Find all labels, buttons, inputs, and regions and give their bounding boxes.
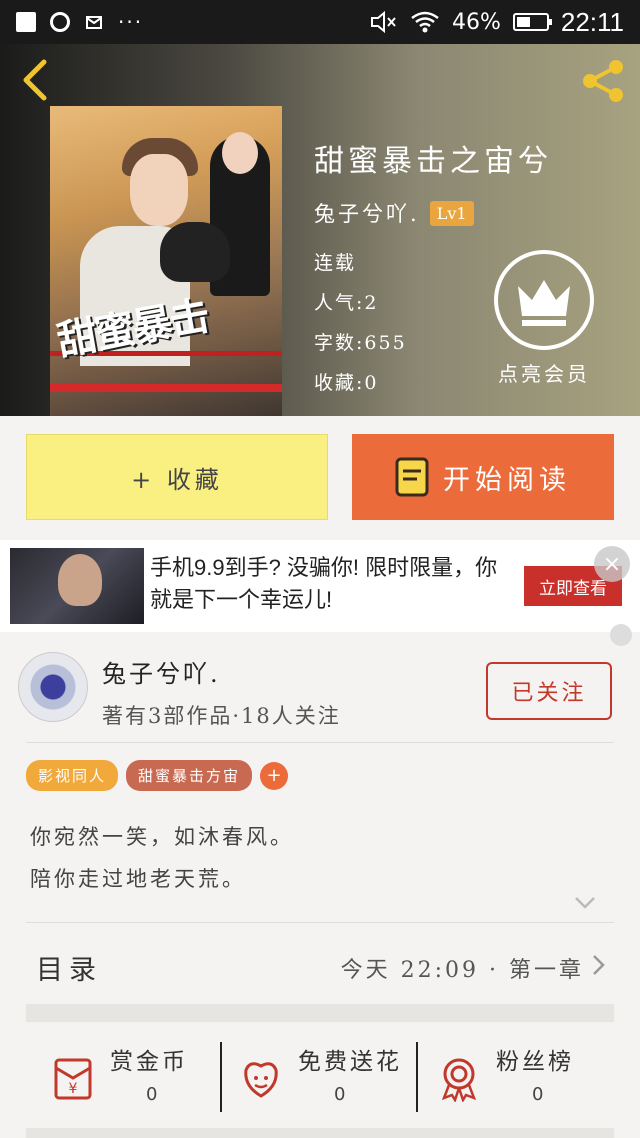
book-description: 你宛然一笑，如沐春风。 陪你走过地老天荒。 [30,816,294,900]
section-gap [26,1004,614,1022]
collect-button[interactable]: + 收藏 [26,434,328,520]
book-icon [395,457,429,497]
vip-label: 点亮会员 [498,362,590,386]
share-icon[interactable] [580,58,626,104]
wifi-icon [411,11,439,33]
word-count: 字数:655 [314,332,407,354]
battery-icon [512,13,552,31]
book-info: 甜蜜暴击之宙兮 兔子兮吖. Lv1 连载 人气:2 字数:655 收藏:0 [314,136,552,394]
ad-banner[interactable]: 手机9.9到手? 没骗你! 限时限量，你就是下一个幸运儿! 立即查看 × [0,540,640,646]
book-header: 甜蜜暴击 甜蜜暴击之宙兮 兔子兮吖. Lv1 连载 人气:2 字数:655 收藏… [0,44,640,416]
stat-label: 赏金币 [110,1049,188,1075]
chevron-right-icon [593,955,605,975]
mail-icon [86,16,102,29]
avatar[interactable] [18,652,88,722]
status-bar: ··· 46% 22:11 [0,0,640,44]
clock: 22:11 [560,6,624,37]
author-subtitle: 著有3部作品·18人关注 [102,704,341,728]
notification-square-icon [16,12,36,32]
action-row: + 收藏 开始阅读 [0,416,640,538]
divider [26,922,614,923]
tag-chip[interactable]: 影视同人 [26,760,119,791]
fan-ranking-button[interactable]: 粉丝榜 0 [414,1032,604,1118]
book-cover[interactable]: 甜蜜暴击 [50,106,282,416]
ad-image [10,548,144,624]
stat-value: 0 [334,1084,346,1105]
stat-label: 免费送花 [298,1049,402,1075]
battery-percent: 46% [451,9,501,35]
globe-icon [50,12,70,32]
tag-list: 影视同人 甜蜜暴击方宙 + [26,760,289,791]
author-section: 兔子兮吖. 著有3部作品·18人关注 已关注 [0,640,640,744]
svg-text:¥: ¥ [69,1081,78,1097]
start-reading-label: 开始阅读 [443,464,571,496]
mute-icon [370,10,396,34]
vip-button[interactable]: 点亮会员 [492,250,596,387]
reward-coins-button[interactable]: ¥ 赏金币 0 [28,1032,218,1118]
book-title: 甜蜜暴击之宙兮 [314,144,552,179]
back-arrow-icon[interactable] [18,58,52,102]
flower-icon [244,1062,278,1098]
favorites-count: 收藏:0 [314,372,379,394]
description-line: 你宛然一笑，如沐春风。 [30,825,294,849]
divider [26,742,614,743]
level-badge: Lv1 [429,200,474,226]
section-gap [26,1128,614,1138]
latest-chapter: 今天 22:09 · 第一章 [340,958,584,983]
stat-value: 0 [532,1084,544,1105]
add-tag-button[interactable]: + [260,761,289,790]
stat-value: 0 [146,1084,158,1105]
description-line: 陪你走过地老天荒。 [30,867,246,891]
serial-status: 连载 [314,252,357,274]
medal-icon [441,1058,477,1102]
stats-bar: ¥ 赏金币 0 免费送花 0 粉丝榜 0 [0,1032,640,1118]
stat-label: 粉丝榜 [496,1049,574,1075]
follow-button[interactable]: 已关注 [486,662,612,720]
red-envelope-icon: ¥ [54,1058,92,1100]
header-author-name[interactable]: 兔子兮吖. [314,198,420,228]
catalog-row[interactable]: 目录 今天 22:09 · 第一章 [26,924,614,1004]
popularity: 人气:2 [314,292,379,314]
crown-icon [494,250,594,350]
author-name[interactable]: 兔子兮吖. [102,654,221,689]
more-notifications: ··· [118,10,144,34]
author-row: 兔子兮吖. Lv1 [314,198,474,228]
ad-close-icon[interactable]: × [594,546,630,582]
ad-text: 手机9.9到手? 没骗你! 限时限量，你就是下一个幸运儿! [150,555,498,612]
start-reading-button[interactable]: 开始阅读 [352,434,614,520]
catalog-title: 目录 [36,955,102,986]
tag-chip[interactable]: 甜蜜暴击方宙 [126,760,253,791]
send-flower-button[interactable]: 免费送花 0 [216,1032,406,1118]
chevron-down-icon[interactable] [574,896,596,910]
